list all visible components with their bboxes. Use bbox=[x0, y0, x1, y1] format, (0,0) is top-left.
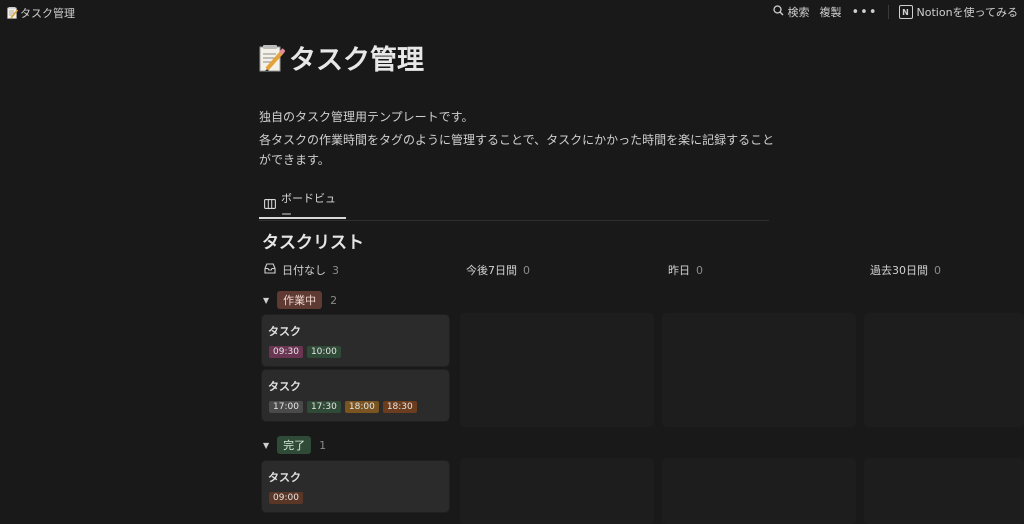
try-notion-label: Notionを使ってみる bbox=[916, 6, 1018, 19]
divider bbox=[887, 5, 889, 19]
notion-logo-icon: N bbox=[898, 5, 913, 19]
card-tags: 17:00 17:30 18:00 18:30 bbox=[269, 401, 417, 413]
time-tag: 18:00 bbox=[344, 401, 379, 413]
group-count: 1 bbox=[319, 438, 327, 452]
duplicate-label: 複製 bbox=[819, 6, 842, 19]
empty-column-cell bbox=[662, 458, 856, 524]
column-header-no-date[interactable]: 日付なし 3 bbox=[258, 259, 452, 281]
search-icon bbox=[772, 5, 784, 19]
column-label: 昨日 bbox=[668, 264, 690, 277]
group-header-done: ▼ 完了 1 bbox=[263, 436, 326, 454]
time-tag: 17:00 bbox=[269, 401, 303, 413]
description-line: 独自のタスク管理用テンプレートです。 bbox=[259, 110, 474, 124]
column-header-next-7-days[interactable]: 今後7日間 0 bbox=[460, 259, 654, 281]
database-title[interactable]: タスクリスト bbox=[262, 228, 364, 253]
empty-column-cell bbox=[460, 458, 654, 524]
column-label: 過去30日間 bbox=[870, 264, 928, 277]
time-tag: 10:00 bbox=[306, 346, 341, 358]
tab-label: ボードビュー bbox=[281, 191, 336, 221]
page-description: 独自のタスク管理用テンプレートです。 各タスクの作業時間をタグのように管理するこ… bbox=[259, 107, 779, 170]
group-count: 2 bbox=[330, 293, 338, 307]
more-dots-icon: ••• bbox=[851, 4, 878, 20]
time-tag: 17:30 bbox=[306, 401, 341, 413]
description-line: 各タスクの作業時間をタグのように管理することで、タスクにかかった時間を楽に記録す… bbox=[259, 133, 775, 167]
column-count: 3 bbox=[332, 263, 339, 277]
top-actions: 検索 複製 ••• N Notionを使ってみる bbox=[772, 4, 1018, 20]
empty-column-cell bbox=[662, 313, 856, 427]
page-title-text: タスク管理 bbox=[289, 45, 424, 76]
group-header-in-progress: ▼ 作業中 2 bbox=[263, 291, 337, 309]
top-bar: タスク管理 検索 複製 ••• N Notionを使ってみる bbox=[0, 0, 1024, 26]
task-card[interactable]: タスク 09:00 bbox=[262, 461, 449, 512]
empty-column-cell bbox=[460, 313, 654, 427]
status-badge: 完了 bbox=[277, 436, 312, 454]
tab-board-view[interactable]: ボードビュー bbox=[259, 192, 346, 221]
card-title: タスク bbox=[268, 325, 301, 338]
breadcrumb-title[interactable]: タスク管理 bbox=[20, 5, 75, 21]
board-icon bbox=[264, 199, 276, 212]
status-badge: 作業中 bbox=[277, 291, 323, 309]
empty-column-cell bbox=[864, 313, 1024, 427]
time-tag: 09:00 bbox=[269, 492, 303, 504]
search-button[interactable]: 検索 bbox=[772, 4, 810, 20]
duplicate-button[interactable]: 複製 bbox=[820, 4, 842, 20]
task-card[interactable]: タスク 09:30 10:00 bbox=[262, 315, 449, 366]
task-card[interactable]: タスク 17:00 17:30 18:00 18:30 bbox=[262, 370, 449, 421]
column-header-yesterday[interactable]: 昨日 0 bbox=[662, 259, 856, 281]
page-title: タスク管理 bbox=[259, 38, 424, 77]
more-options-button[interactable]: ••• bbox=[852, 5, 878, 20]
time-tag: 09:30 bbox=[269, 346, 303, 358]
card-tags: 09:30 10:00 bbox=[269, 346, 341, 358]
card-title: タスク bbox=[268, 380, 301, 393]
memo-icon bbox=[7, 7, 19, 19]
try-notion-button[interactable]: N Notionを使ってみる bbox=[898, 4, 1018, 20]
memo-icon[interactable] bbox=[259, 44, 286, 72]
column-count: 0 bbox=[934, 263, 941, 277]
view-tabs: ボードビュー bbox=[259, 192, 769, 221]
time-tag: 18:30 bbox=[382, 401, 417, 413]
column-label: 今後7日間 bbox=[466, 264, 517, 277]
search-label: 検索 bbox=[787, 6, 810, 19]
column-count: 0 bbox=[523, 263, 530, 277]
breadcrumb[interactable]: タスク管理 bbox=[7, 5, 75, 21]
inbox-icon bbox=[264, 263, 276, 277]
column-count: 0 bbox=[696, 263, 703, 277]
collapse-triangle-icon[interactable]: ▼ bbox=[263, 441, 269, 450]
collapse-triangle-icon[interactable]: ▼ bbox=[263, 296, 269, 305]
column-header-past-30-days[interactable]: 過去30日間 0 bbox=[864, 259, 1024, 281]
card-tags: 09:00 bbox=[269, 492, 303, 504]
empty-column-cell bbox=[864, 458, 1024, 524]
column-label: 日付なし bbox=[282, 264, 326, 277]
card-title: タスク bbox=[268, 471, 301, 484]
